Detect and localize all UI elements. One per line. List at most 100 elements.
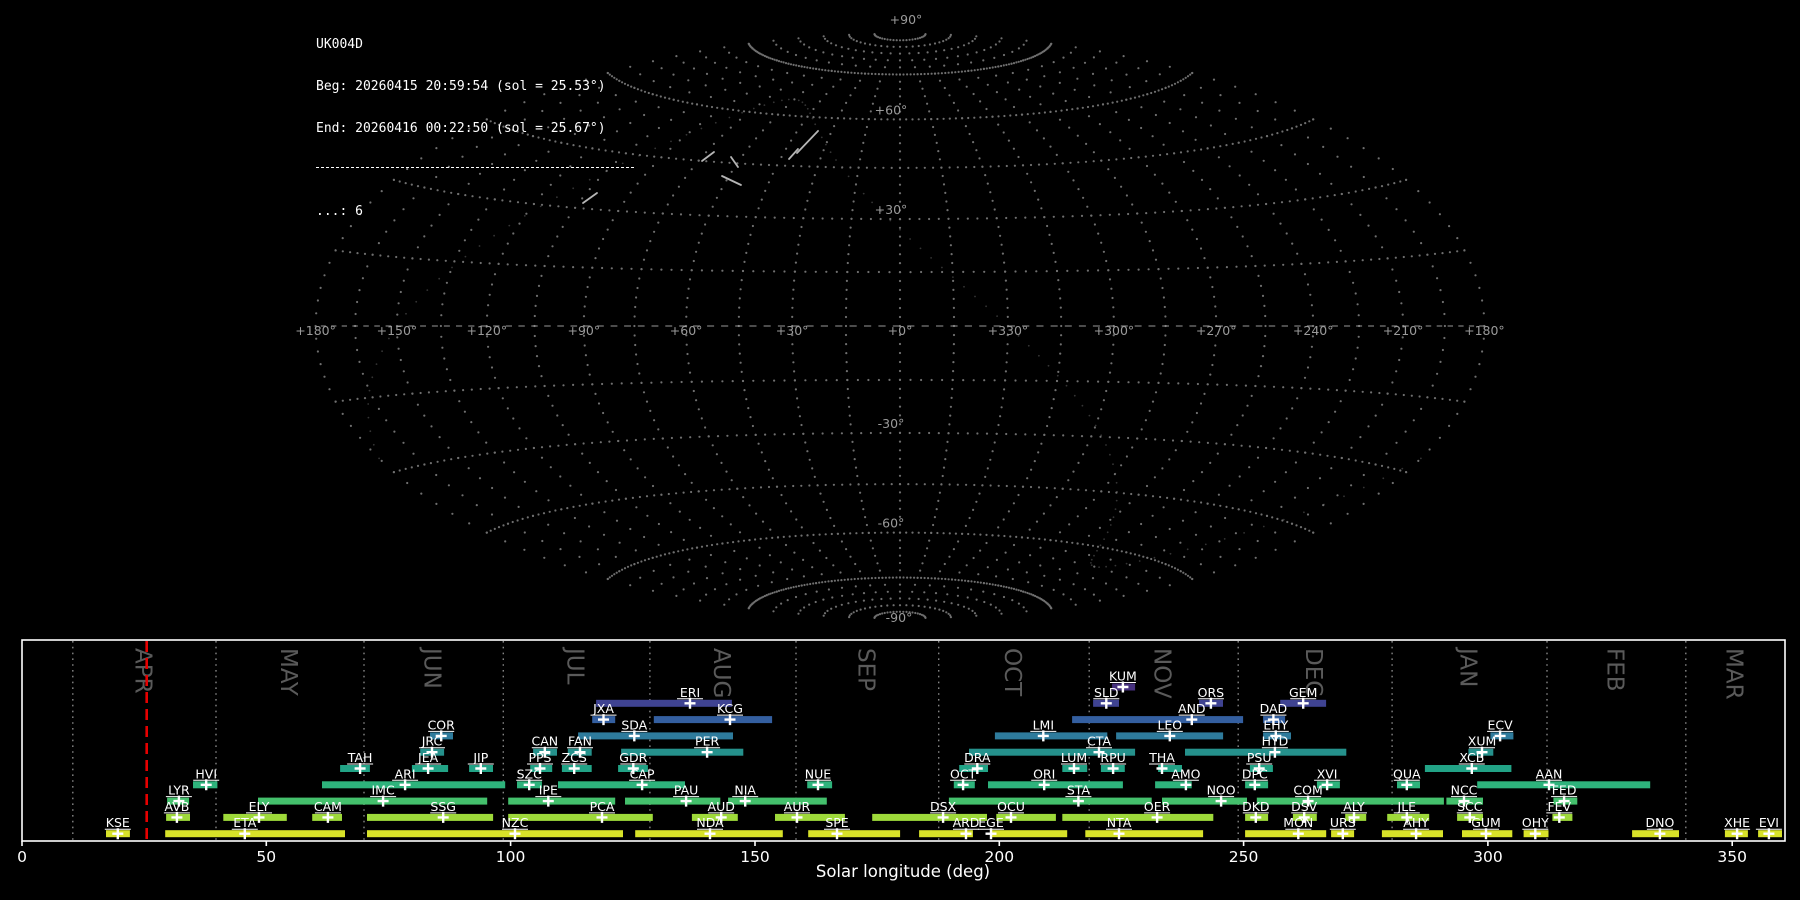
shower-label-TAH: TAH bbox=[347, 750, 373, 765]
meteor-trail bbox=[730, 156, 739, 168]
meteor-trail bbox=[721, 175, 742, 186]
shower-bar-KCG bbox=[653, 716, 773, 724]
shower-label-SCC: SCC bbox=[1457, 799, 1483, 814]
shower-bar-PCA bbox=[508, 813, 653, 821]
shower-label-EHY: EHY bbox=[1263, 717, 1288, 732]
shower-label-CTA: CTA bbox=[1087, 734, 1111, 749]
shower-label-JXA: JXA bbox=[592, 701, 614, 716]
shower-label-JLE: JLE bbox=[1397, 799, 1417, 814]
x-axis-tick-label: 350 bbox=[1717, 848, 1747, 866]
shower-label-DSX: DSX bbox=[930, 799, 957, 814]
shower-bar-ORI bbox=[988, 781, 1123, 789]
shower-label-FEV: FEV bbox=[1547, 799, 1571, 814]
shower-label-DPC: DPC bbox=[1242, 766, 1268, 781]
shower-label-XVI: XVI bbox=[1317, 766, 1338, 781]
shower-label-FAN: FAN bbox=[568, 734, 592, 749]
shower-label-SDA: SDA bbox=[621, 717, 647, 732]
shower-label-EVI: EVI bbox=[1759, 815, 1779, 830]
shower-bar-ETA bbox=[165, 830, 345, 838]
shower-label-ETA: ETA bbox=[233, 815, 257, 830]
longitude-label: +240° bbox=[1293, 323, 1334, 338]
latitude-label: -60° bbox=[878, 516, 905, 531]
latitude-label: +30° bbox=[875, 202, 908, 217]
shower-label-KSE: KSE bbox=[106, 815, 130, 830]
shower-label-SLD: SLD bbox=[1094, 685, 1119, 700]
shower-label-XHE: XHE bbox=[1724, 815, 1750, 830]
shower-label-NDA: NDA bbox=[696, 815, 724, 830]
shower-label-KUM: KUM bbox=[1109, 669, 1137, 684]
shower-label-OER: OER bbox=[1144, 799, 1171, 814]
shower-label-SSG: SSG bbox=[430, 799, 456, 814]
meteor-trail bbox=[701, 151, 715, 162]
longitude-label: +30° bbox=[776, 323, 809, 338]
shower-bar-EGE bbox=[990, 830, 1068, 838]
timeline-shower-bars: KUM ERI SLD ORS GEM JXA KCG AND DAD COR SDA LMI LEO E… bbox=[104, 669, 1782, 840]
shower-label-NUE: NUE bbox=[805, 766, 831, 781]
shower-label-MON: MON bbox=[1283, 815, 1313, 830]
meteor-trail bbox=[796, 130, 819, 154]
shower-label-AHY: AHY bbox=[1403, 815, 1429, 830]
pole-label-south: -90° bbox=[886, 610, 913, 625]
shower-bar-ERI bbox=[596, 699, 732, 707]
longitude-label: +90° bbox=[567, 323, 600, 338]
month-label: FEB bbox=[1601, 648, 1627, 692]
shower-label-LUM: LUM bbox=[1061, 750, 1087, 765]
shower-label-CAM: CAM bbox=[314, 799, 342, 814]
begin-time: Beg: 20260415 20:59:54 (sol = 25.53°) bbox=[316, 79, 606, 94]
shower-label-IPE: IPE bbox=[539, 783, 558, 798]
header-divider bbox=[316, 167, 634, 168]
shower-label-OCU: OCU bbox=[997, 799, 1025, 814]
x-axis-tick-label: 300 bbox=[1473, 848, 1503, 866]
latitude-label: +60° bbox=[875, 102, 908, 117]
shower-label-ALY: ALY bbox=[1343, 799, 1365, 814]
shower-label-ORI: ORI bbox=[1033, 766, 1055, 781]
shower-label-JEA: JEA bbox=[417, 750, 439, 765]
shower-label-PPS: PPS bbox=[528, 750, 551, 765]
meteor-activity-screen: +90° -90° +60° +30° -30° -60° +180° +150° +120° +… bbox=[0, 0, 1800, 900]
shower-label-NZC: NZC bbox=[502, 815, 529, 830]
shower-label-PAU: PAU bbox=[674, 783, 698, 798]
shower-bar-MON bbox=[1245, 830, 1327, 838]
month-label: NOV bbox=[1149, 648, 1175, 699]
shower-label-XCB: XCB bbox=[1459, 750, 1484, 765]
longitude-label: +120° bbox=[467, 323, 508, 338]
end-time: End: 20260416 00:22:50 (sol = 25.67°) bbox=[316, 121, 606, 136]
shower-label-ELY: ELY bbox=[249, 799, 270, 814]
shower-bar-SPE bbox=[808, 830, 901, 838]
shower-label-SPE: SPE bbox=[825, 815, 848, 830]
shower-label-LEO: LEO bbox=[1157, 717, 1182, 732]
shower-label-AAN: AAN bbox=[1536, 766, 1563, 781]
shower-label-THA: THA bbox=[1148, 750, 1175, 765]
shower-label-CAP: CAP bbox=[630, 766, 655, 781]
longitude-label: +330° bbox=[988, 323, 1029, 338]
month-label: AUG bbox=[708, 648, 734, 698]
shower-label-AVB: AVB bbox=[164, 799, 189, 814]
shower-label-AUR: AUR bbox=[784, 799, 811, 814]
x-axis-tick-label: 150 bbox=[740, 848, 770, 866]
shower-label-CAN: CAN bbox=[531, 734, 558, 749]
shower-label-LMI: LMI bbox=[1033, 717, 1054, 732]
shower-label-COM: COM bbox=[1293, 783, 1322, 798]
shower-bar-PAU bbox=[625, 797, 721, 805]
shower-label-OHY: OHY bbox=[1522, 815, 1549, 830]
pole-label-north: +90° bbox=[890, 12, 923, 27]
shower-bar-ARI bbox=[322, 781, 506, 789]
shower-label-NCC: NCC bbox=[1451, 783, 1478, 798]
shower-label-PER: PER bbox=[695, 734, 719, 749]
shower-label-DNO: DNO bbox=[1645, 815, 1674, 830]
longitude-label: +150° bbox=[377, 323, 418, 338]
shower-label-HYD: HYD bbox=[1262, 734, 1289, 749]
shower-label-ZCS: ZCS bbox=[562, 750, 587, 765]
shower-label-QUA: QUA bbox=[1393, 766, 1421, 781]
shower-label-SZC: SZC bbox=[517, 766, 542, 781]
x-axis-title: Solar longitude (deg) bbox=[816, 862, 990, 881]
shower-label-ERI: ERI bbox=[680, 685, 700, 700]
shower-label-OCT: OCT bbox=[950, 766, 977, 781]
shower-label-DRA: DRA bbox=[964, 750, 991, 765]
shower-label-DSV: DSV bbox=[1291, 799, 1318, 814]
longitude-label: +60° bbox=[670, 323, 703, 338]
shower-label-XUM: XUM bbox=[1468, 734, 1497, 749]
shower-label-GEM: GEM bbox=[1289, 685, 1317, 700]
shower-label-IMC: IMC bbox=[371, 783, 394, 798]
shower-label-COR: COR bbox=[428, 717, 456, 732]
